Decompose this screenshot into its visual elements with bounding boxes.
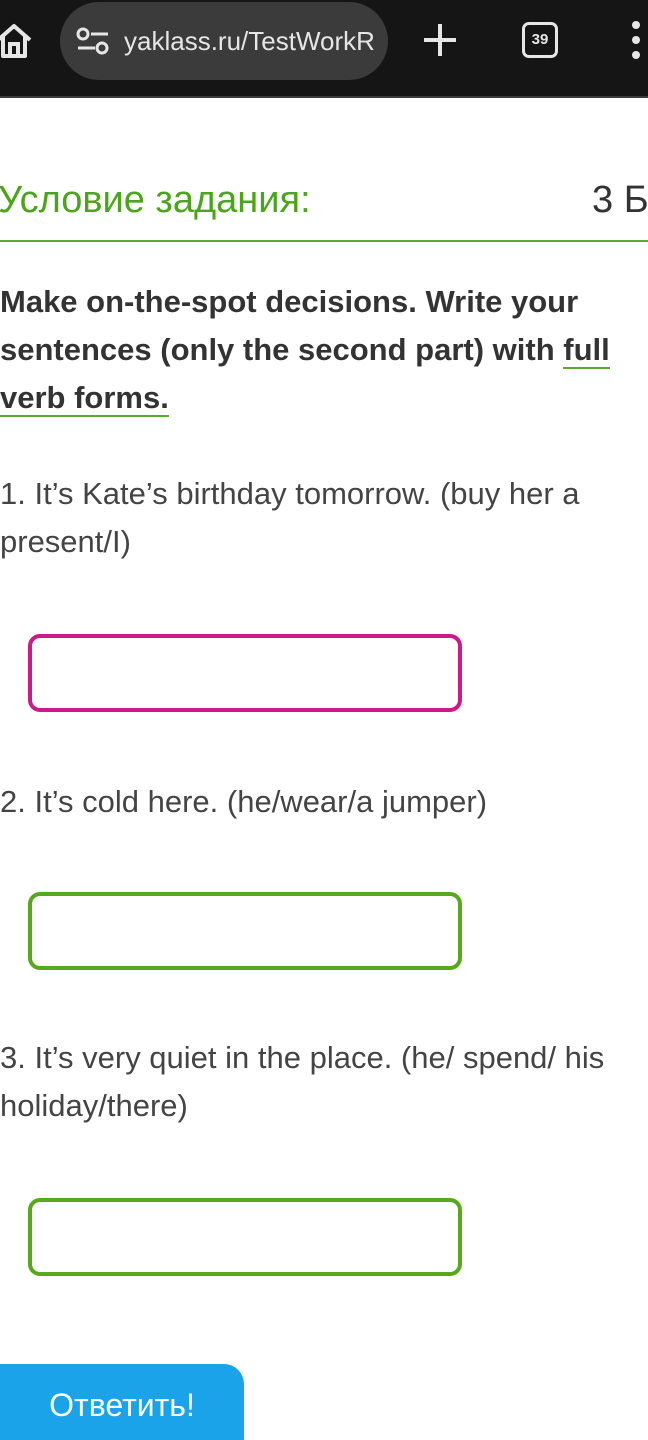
address-bar[interactable]: yaklass.ru/TestWorkR xyxy=(60,2,388,80)
answer-field-1[interactable] xyxy=(28,634,462,712)
answer-input-1[interactable] xyxy=(32,638,458,708)
page-content: Условие задания: 3 Б. Make on-the-spot d… xyxy=(0,98,648,1440)
plus-icon[interactable] xyxy=(420,20,460,60)
answer-field-2[interactable] xyxy=(28,892,462,970)
home-icon[interactable] xyxy=(0,18,34,62)
task-points: 3 Б. xyxy=(592,179,648,221)
tune-icon[interactable] xyxy=(76,26,110,56)
answer-input-3[interactable] xyxy=(32,1202,458,1272)
instruction-text: Make on-the-spot decisions. Write your s… xyxy=(0,284,579,367)
more-vert-icon[interactable] xyxy=(626,18,646,62)
submit-button[interactable]: Ответить! xyxy=(0,1364,244,1440)
url-text[interactable]: yaklass.ru/TestWorkR xyxy=(124,24,376,58)
task-title: Условие задания: xyxy=(0,179,311,221)
tab-count: 39 xyxy=(531,31,549,48)
task-instruction: Make on-the-spot decisions. Write your s… xyxy=(0,278,648,422)
task-header: Условие задания: 3 Б. xyxy=(0,178,648,242)
question-2: 2. It’s cold here. (he/wear/a jumper) xyxy=(0,784,488,819)
answer-input-2[interactable] xyxy=(32,896,458,966)
answer-field-3[interactable] xyxy=(28,1198,462,1276)
submit-label: Ответить! xyxy=(49,1387,195,1423)
browser-toolbar: yaklass.ru/TestWorkR 39 xyxy=(0,0,648,98)
question-1: 1. It’s Kate’s birthday tomorrow. (buy h… xyxy=(0,476,580,559)
question-3: 3. It’s very quiet in the place. (he/ sp… xyxy=(0,1040,605,1123)
tabs-count-button[interactable]: 39 xyxy=(522,22,558,58)
clipped-previous-content xyxy=(0,98,180,104)
